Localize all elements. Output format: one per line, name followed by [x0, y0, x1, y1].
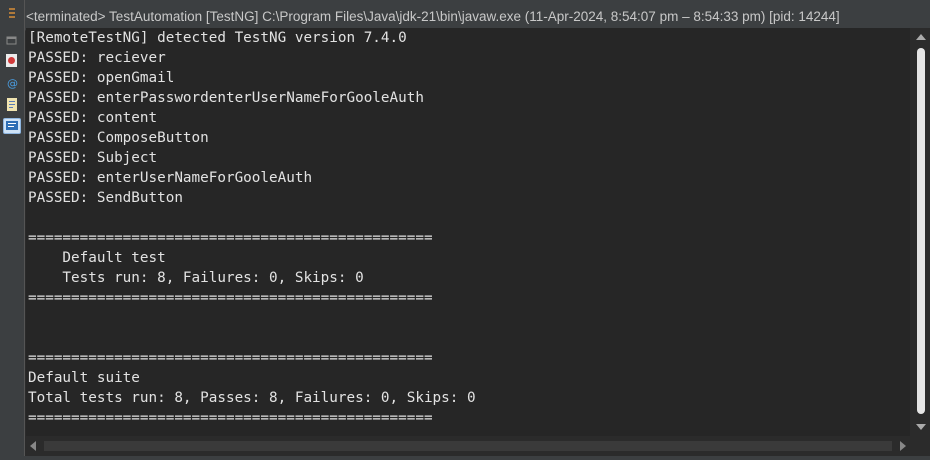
console-view-icon[interactable]: [3, 118, 21, 134]
bottom-border: [0, 456, 930, 460]
console-line: PASSED: enterPasswordenterUserNameForGoo…: [28, 90, 424, 106]
console-line: ========================================…: [28, 410, 433, 426]
vertical-scroll-thumb[interactable]: [917, 48, 925, 414]
console-line: Default test: [28, 250, 166, 266]
console-line: ========================================…: [28, 290, 433, 306]
horizontal-scrollbar[interactable]: [26, 436, 910, 456]
console-title-bar: <terminated> TestAutomation [TestNG] C:\…: [0, 0, 930, 31]
console-line: PASSED: reciever: [28, 50, 166, 66]
testng-results-icon[interactable]: [3, 53, 21, 69]
side-toolbar: @: [0, 0, 25, 460]
console-line: PASSED: ComposeButton: [28, 130, 209, 146]
scroll-left-icon[interactable]: [30, 441, 36, 451]
console-output[interactable]: [RemoteTestNG] detected TestNG version 7…: [26, 28, 910, 436]
vertical-scrollbar[interactable]: [910, 28, 930, 436]
horizontal-scroll-track[interactable]: [44, 441, 892, 451]
view-menu-icon[interactable]: [3, 6, 21, 22]
console-lines: [RemoteTestNG] detected TestNG version 7…: [28, 28, 476, 428]
console-line: PASSED: content: [28, 110, 158, 126]
problems-icon[interactable]: [3, 97, 21, 113]
minimize-icon[interactable]: [3, 33, 21, 49]
console-line: ========================================…: [28, 230, 433, 246]
scroll-corner: [910, 436, 930, 456]
console-line: Tests run: 8, Failures: 0, Skips: 0: [28, 270, 364, 286]
console-line: PASSED: Subject: [28, 150, 158, 166]
scroll-right-icon[interactable]: [900, 441, 906, 451]
console-line: ========================================…: [28, 350, 433, 366]
console-line: Total tests run: 8, Passes: 8, Failures:…: [28, 390, 476, 406]
svg-text:@: @: [7, 77, 18, 90]
console-line: PASSED: openGmail: [28, 70, 175, 86]
launch-title: <terminated> TestAutomation [TestNG] C:\…: [26, 9, 840, 24]
console-line: PASSED: SendButton: [28, 190, 183, 206]
console-line: Default suite: [28, 370, 140, 386]
scroll-down-icon[interactable]: [916, 424, 926, 430]
console-at-icon[interactable]: @: [3, 75, 21, 91]
console-line: PASSED: enterUserNameForGooleAuth: [28, 170, 313, 186]
console-line: [RemoteTestNG] detected TestNG version 7…: [28, 30, 407, 46]
scroll-up-icon[interactable]: [916, 34, 926, 40]
